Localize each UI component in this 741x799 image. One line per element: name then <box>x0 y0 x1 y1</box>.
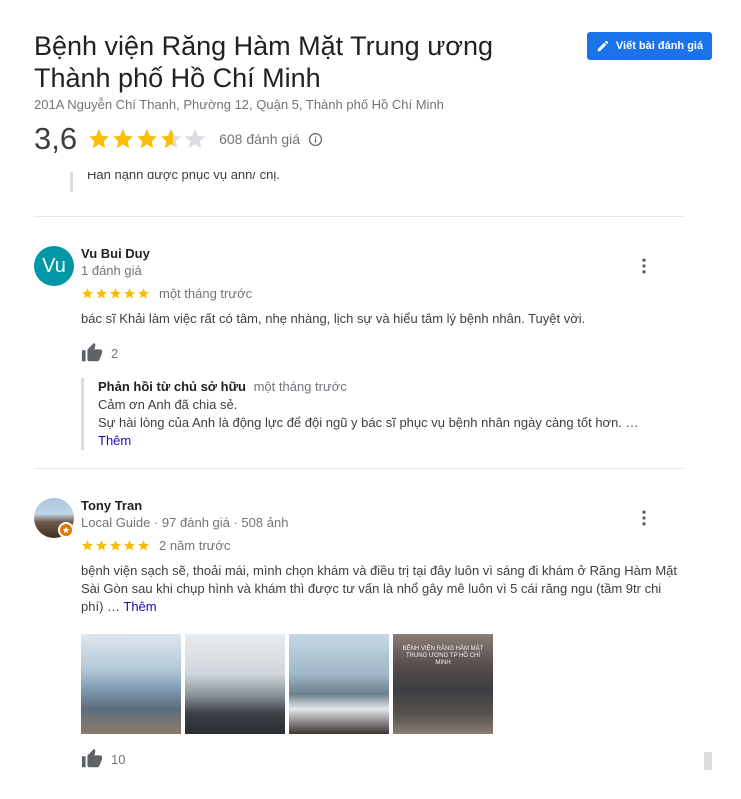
write-review-label: Viết bài đánh giá <box>615 40 704 52</box>
reviewer-name[interactable]: Tony Tran <box>81 498 681 514</box>
reviewer-meta: Local Guide · 97 đánh giá · 508 ảnh <box>81 515 289 530</box>
review-text: bệnh viện sạch sẽ, thoải mái, mình chọn … <box>81 562 681 616</box>
reviews-list[interactable]: Hân hạnh được phục vụ anh/ chị. Vu Vu Bu… <box>0 172 741 799</box>
place-title-line-2: Thành phố Hồ Chí Minh <box>34 63 321 93</box>
review-photos: BỆNH VIỆN RĂNG HÀM MẶT TRUNG ƯƠNG TP HỒ … <box>81 634 681 734</box>
more-link[interactable]: Thêm <box>98 433 131 448</box>
previous-owner-reply-text: Hân hạnh được phục vụ anh/ chị. <box>87 172 280 182</box>
star-icon <box>124 287 135 298</box>
star-rating <box>81 539 151 552</box>
review-count-link[interactable]: 608 đánh giá <box>219 131 300 147</box>
info-icon[interactable] <box>308 132 323 147</box>
review-stars: 2 năm trước <box>81 537 681 553</box>
star-icon <box>96 287 107 298</box>
avatar[interactable]: Vu <box>34 246 74 286</box>
owner-reply-label: Phản hồi từ chủ sở hữu <box>98 379 246 394</box>
review-text-body: bệnh viện sạch sẽ, thoải mái, mình chọn … <box>81 563 677 614</box>
review-time: một tháng trước <box>159 285 253 301</box>
owner-reply-time: một tháng trước <box>253 379 347 394</box>
star-rating <box>81 287 151 300</box>
more-vert-icon[interactable] <box>634 508 654 528</box>
star-icon <box>161 129 182 149</box>
star-icon <box>138 539 149 550</box>
owner-reply-line-1: Cảm ơn Anh đã chia sẻ. <box>98 397 238 412</box>
star-icon <box>82 539 93 550</box>
star-icon <box>124 539 135 550</box>
star-icon <box>110 539 121 550</box>
like-row: 2 <box>81 342 681 364</box>
reviewer-name[interactable]: Vu Bui Duy <box>81 246 681 262</box>
place-title-line-1: Bệnh viện Răng Hàm Mặt Trung ương <box>34 31 494 61</box>
previous-owner-reply: Hân hạnh được phục vụ anh/ chị. <box>70 172 670 192</box>
rating-summary: 3,6 608 đánh giá <box>34 121 564 156</box>
like-count: 10 <box>111 751 126 767</box>
review-stars: một tháng trước <box>81 285 681 301</box>
review-photo[interactable] <box>289 634 389 734</box>
owner-reply: Phản hồi từ chủ sở hữu một tháng trước C… <box>81 378 671 450</box>
review-divider <box>34 216 684 217</box>
write-review-button[interactable]: Viết bài đánh giá <box>587 32 712 60</box>
star-icon <box>185 129 206 149</box>
owner-reply-line-2: Sự hài lòng của Anh là động lực để đội n… <box>98 414 671 450</box>
pencil-icon <box>597 40 609 52</box>
place-header: Bệnh viện Răng Hàm Mặt Trung ương Thành … <box>34 30 564 156</box>
review-time: 2 năm trước <box>159 537 231 553</box>
review-divider <box>34 468 684 469</box>
star-icon <box>89 129 110 149</box>
star-icon <box>113 129 134 149</box>
review-photo[interactable] <box>185 634 285 734</box>
place-address: 201A Nguyễn Chí Thanh, Phường 12, Quận 5… <box>34 97 444 112</box>
review-photo[interactable] <box>81 634 181 734</box>
owner-reply-line-2-text: Sự hài lòng của Anh là động lực để đội n… <box>98 415 639 430</box>
star-icon <box>96 539 107 550</box>
rating-stars <box>87 127 207 151</box>
star-icon <box>110 287 121 298</box>
review-photo[interactable]: BỆNH VIỆN RĂNG HÀM MẶT TRUNG ƯƠNG TP HỒ … <box>393 634 493 734</box>
thumbs-up-icon[interactable] <box>81 748 103 770</box>
scrollbar-thumb[interactable] <box>704 752 712 770</box>
like-row: 10 <box>81 748 681 770</box>
star-icon <box>137 129 158 149</box>
review-text: bác sĩ Khải làm việc rất có tâm, nhẹ nhà… <box>81 311 586 326</box>
place-title: Bệnh viện Răng Hàm Mặt Trung ương Thành … <box>34 30 564 94</box>
star-icon <box>82 287 93 298</box>
star-icon <box>138 287 149 298</box>
photo-sign-text: BỆNH VIỆN RĂNG HÀM MẶT TRUNG ƯƠNG TP HỒ … <box>402 646 484 666</box>
more-link[interactable]: Thêm <box>123 599 156 614</box>
reviewer-meta: 1 đánh giá <box>81 263 142 278</box>
more-vert-icon[interactable] <box>634 256 654 276</box>
local-guide-badge-icon <box>58 522 74 538</box>
like-count: 2 <box>111 345 119 361</box>
rating-number: 3,6 <box>34 121 78 156</box>
thumbs-up-icon[interactable] <box>81 342 103 364</box>
